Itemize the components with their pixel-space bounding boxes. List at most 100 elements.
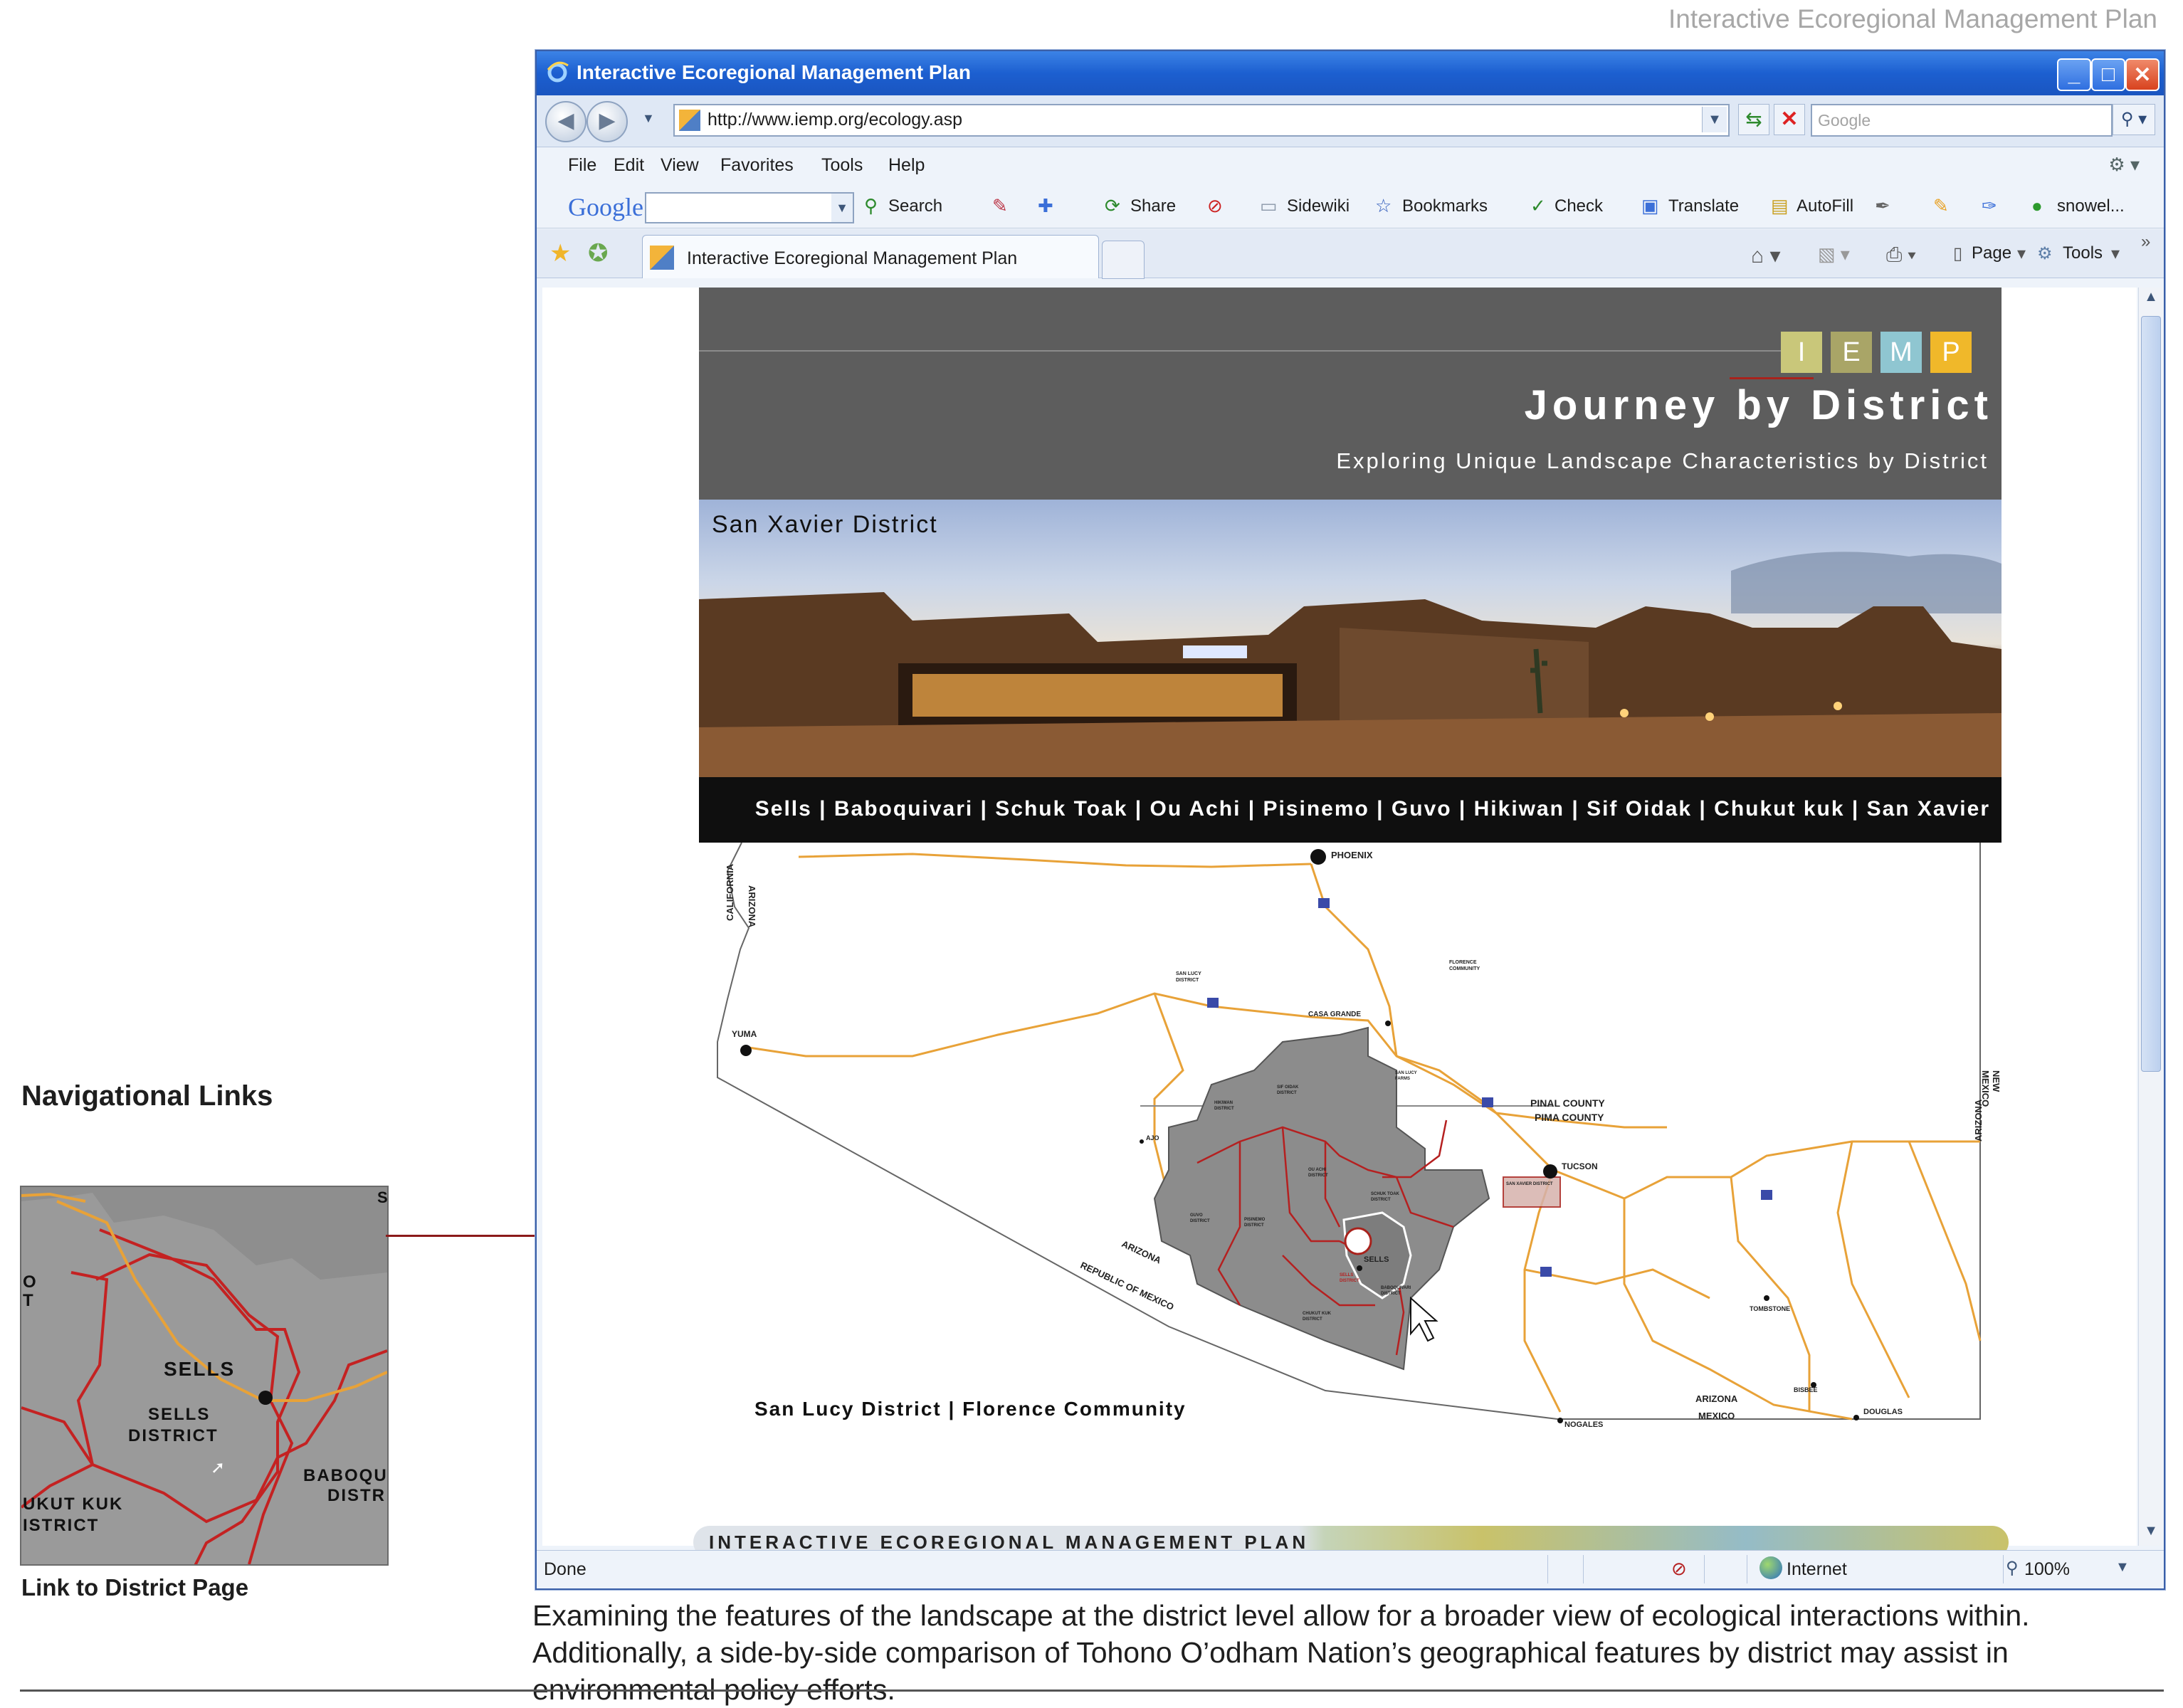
map-area-sells[interactable]: SELLS DISTRICT bbox=[1340, 1272, 1368, 1284]
back-icon[interactable]: ◀ bbox=[545, 101, 586, 142]
menu-favorites[interactable]: Favorites bbox=[720, 155, 794, 176]
google-search-icon[interactable]: ⚲ bbox=[864, 195, 878, 217]
bookmarks-button[interactable]: Bookmarks bbox=[1402, 196, 1488, 216]
map-area-florence[interactable]: FLORENCE COMMUNITY bbox=[1449, 959, 1495, 972]
vertical-scrollbar[interactable]: ▲ ▼ bbox=[2138, 288, 2163, 1546]
bookmarks-star-icon[interactable]: ☆ bbox=[1375, 195, 1392, 217]
google-logo: Google bbox=[568, 193, 643, 221]
status-divider bbox=[1704, 1555, 1705, 1583]
page-menu-button[interactable]: Page bbox=[1972, 243, 2011, 263]
map-area-schuk-toak[interactable]: SCHUK TOAK DISTRICT bbox=[1371, 1191, 1414, 1203]
translate-button[interactable]: Translate bbox=[1668, 196, 1739, 216]
sidewiki-icon[interactable]: ▭ bbox=[1260, 195, 1278, 217]
home-icon[interactable]: ⌂ ▾ bbox=[1751, 243, 1781, 268]
sidewiki-button[interactable]: Sidewiki bbox=[1287, 196, 1350, 216]
search-input[interactable]: Google bbox=[1811, 104, 2113, 137]
news-icon[interactable]: ✎ bbox=[992, 195, 1008, 217]
bottom-rule bbox=[20, 1689, 2164, 1692]
scrollbar-thumb[interactable] bbox=[2141, 316, 2161, 1072]
menu-file[interactable]: File bbox=[568, 155, 596, 176]
check-button[interactable]: Check bbox=[1555, 196, 1603, 216]
district-links-text[interactable]: Sells | Baboquivari | Schuk Toak | Ou Ac… bbox=[755, 797, 1990, 821]
status-divider bbox=[1547, 1555, 1548, 1583]
menu-view[interactable]: View bbox=[661, 155, 699, 176]
toolbar-options-icon[interactable]: ⚙ ▾ bbox=[2108, 154, 2140, 176]
refresh-icon[interactable]: ⇆ bbox=[1738, 104, 1769, 135]
google-search-button[interactable]: Search bbox=[888, 196, 942, 216]
inset-map: SELLS SELLS DISTRICT BABOQU DISTR UKUT K… bbox=[20, 1186, 389, 1566]
logo-letter-e: E bbox=[1831, 332, 1872, 373]
add-favorites-icon[interactable]: ✪ bbox=[588, 239, 609, 268]
title-bar: Interactive Ecoregional Management Plan … bbox=[537, 51, 2164, 95]
translate-icon[interactable]: ▣ bbox=[1641, 195, 1659, 217]
inset-label-fragment-2: T bbox=[23, 1291, 33, 1310]
address-url[interactable]: http://www.iemp.org/ecology.asp bbox=[707, 110, 962, 130]
district-map[interactable]: CALIFORNIA ARIZONA NEW MEXICO ARIZONA RE… bbox=[699, 842, 2001, 1433]
maximize-button[interactable]: □ bbox=[2091, 58, 2125, 91]
map-label-california: CALIFORNIA bbox=[725, 863, 735, 921]
web-content: I E M P Journey by District Exploring Un… bbox=[542, 288, 2137, 1559]
address-dropdown-chevron-down-icon[interactable]: ▼ bbox=[1702, 107, 1727, 132]
zoom-icon[interactable]: ⚲ bbox=[2006, 1558, 2019, 1578]
map-city-nogales: NOGALES bbox=[1564, 1420, 1604, 1429]
map-area-guvo[interactable]: GUVO DISTRICT bbox=[1190, 1213, 1221, 1224]
tools-menu-button[interactable]: Tools bbox=[2063, 243, 2103, 263]
map-label-mexico: MEXICO bbox=[1698, 1411, 1735, 1421]
privacy-icon[interactable]: ⊘ bbox=[1671, 1558, 1687, 1580]
search-icon[interactable]: ⚲ ▾ bbox=[2113, 104, 2155, 135]
bottom-district-links[interactable]: San Lucy District | Florence Community bbox=[754, 1398, 1187, 1420]
map-area-chukut-kuk[interactable]: CHUKUT KUK DISTRICT bbox=[1303, 1311, 1342, 1322]
photo-district-title: San Xavier District bbox=[712, 511, 938, 538]
close-button[interactable]: ✕ bbox=[2125, 58, 2160, 91]
scroll-down-chevron-icon[interactable]: ▼ bbox=[2142, 1523, 2160, 1544]
menu-edit[interactable]: Edit bbox=[614, 155, 644, 176]
district-nav-links[interactable]: Sells | Baboquivari | Schuk Toak | Ou Ac… bbox=[699, 777, 2001, 843]
share-button[interactable]: Share bbox=[1130, 196, 1176, 216]
inset-label-baboquivari-1: BABOQU bbox=[303, 1466, 388, 1485]
popup-blocker-icon[interactable]: ⊘ bbox=[1207, 195, 1223, 217]
tab-label: Interactive Ecoregional Management Plan bbox=[687, 248, 1018, 268]
tools-gear-icon: ⚙ bbox=[2037, 244, 2053, 263]
highlighter-icon[interactable]: ✎ bbox=[1933, 195, 1949, 217]
share-icon[interactable]: ⟳ bbox=[1105, 195, 1120, 217]
header-rule bbox=[699, 350, 1781, 352]
google-search-input[interactable]: ▼ bbox=[645, 192, 854, 223]
settings-wrench-icon[interactable]: ✑ bbox=[1982, 195, 1997, 217]
recent-pages-chevron-down-icon[interactable]: ▼ bbox=[642, 111, 655, 126]
spellcheck-icon[interactable]: ✓ bbox=[1530, 195, 1546, 217]
minimize-button[interactable]: _ bbox=[2057, 58, 2091, 91]
tab-active[interactable]: Interactive Ecoregional Management Plan bbox=[642, 235, 1099, 278]
zoom-chevron-down-icon[interactable]: ▼ bbox=[2115, 1559, 2130, 1576]
print-icon[interactable]: ⎙ ▾ bbox=[1886, 243, 1916, 267]
menu-help[interactable]: Help bbox=[888, 155, 925, 176]
map-city-tucson: TUCSON bbox=[1562, 1161, 1598, 1171]
menu-tools[interactable]: Tools bbox=[821, 155, 863, 176]
add-button-icon[interactable]: ✚ bbox=[1038, 195, 1053, 217]
forward-icon[interactable]: ▶ bbox=[586, 101, 628, 142]
autofill-button[interactable]: AutoFill bbox=[1797, 196, 1853, 216]
tools-chevron-down-icon[interactable]: ▾ bbox=[2111, 243, 2120, 264]
stop-icon[interactable]: ✕ bbox=[1774, 104, 1805, 135]
google-search-chevron-down-icon[interactable]: ▼ bbox=[831, 194, 853, 222]
map-area-san-lucy[interactable]: SAN LUCY DISTRICT bbox=[1176, 971, 1216, 984]
user-account-button[interactable]: snowel... bbox=[2057, 196, 2125, 216]
map-area-ou-achi[interactable]: OU ACHI DISTRICT bbox=[1308, 1167, 1344, 1179]
security-zone-label[interactable]: Internet bbox=[1787, 1559, 1847, 1580]
map-area-sif-oidak[interactable]: SIF OIDAK DISTRICT bbox=[1277, 1085, 1313, 1096]
map-area-san-xavier[interactable]: SAN XAVIER DISTRICT bbox=[1506, 1181, 1556, 1187]
more-commands-icon[interactable]: » bbox=[2141, 232, 2150, 252]
map-area-hikiwan[interactable]: HIKIWAN DISTRICT bbox=[1214, 1100, 1250, 1112]
autofill-icon[interactable]: ▤ bbox=[1771, 195, 1789, 217]
map-area-baboquivari[interactable]: BABOQUIVARI DISTRICT bbox=[1381, 1285, 1424, 1297]
wrench-icon[interactable]: ✒ bbox=[1875, 195, 1890, 217]
map-area-pisinemo[interactable]: PISINEMO DISTRICT bbox=[1244, 1217, 1280, 1228]
page-chevron-down-icon[interactable]: ▾ bbox=[2017, 243, 2026, 264]
map-county-pinal: PINAL COUNTY bbox=[1530, 1097, 1605, 1109]
favorites-star-icon[interactable]: ★ bbox=[549, 239, 571, 268]
window-title: Interactive Ecoregional Management Plan bbox=[577, 61, 971, 83]
feeds-icon[interactable]: ▧ ▾ bbox=[1818, 243, 1850, 265]
address-bar[interactable]: http://www.iemp.org/ecology.asp ▼ bbox=[673, 104, 1730, 137]
scroll-up-chevron-icon[interactable]: ▲ bbox=[2142, 289, 2160, 310]
zoom-level[interactable]: 100% bbox=[2024, 1559, 2070, 1580]
new-tab-button[interactable] bbox=[1102, 241, 1145, 279]
